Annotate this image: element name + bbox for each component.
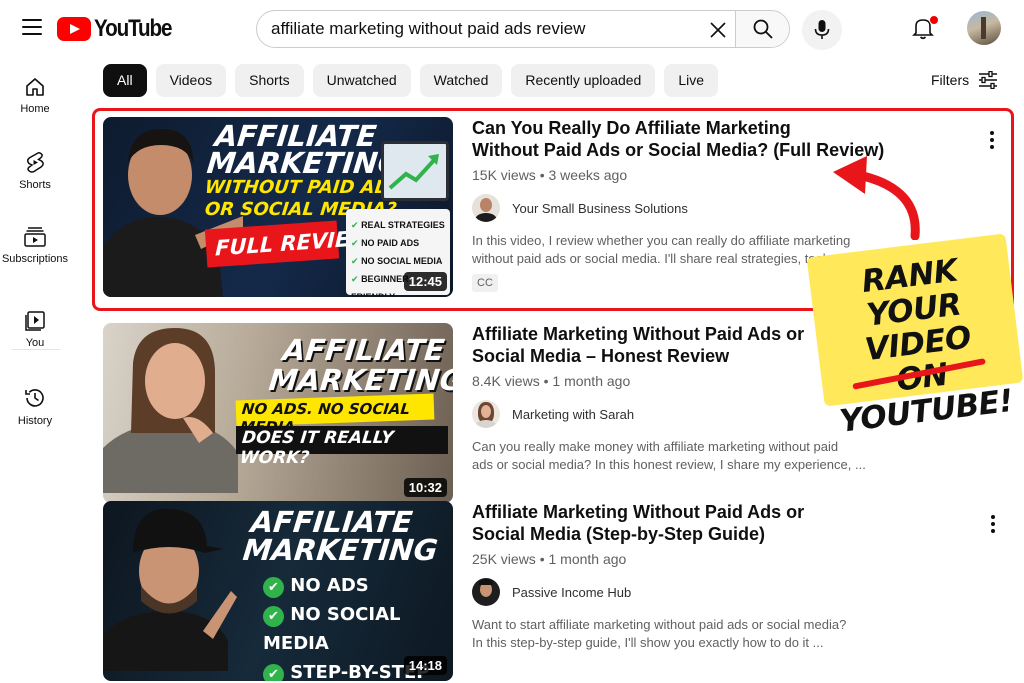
video-duration: 14:18 bbox=[403, 656, 447, 675]
view-count: 8.4K views bbox=[472, 373, 540, 389]
youtube-play-icon bbox=[57, 17, 91, 41]
shorts-icon bbox=[26, 152, 44, 173]
video-result[interactable]: AFFILIATE MARKETING ✔ NO ADS ✔ NO SOCIAL… bbox=[103, 501, 1003, 681]
search-bar bbox=[256, 10, 790, 48]
chip-recently-uploaded[interactable]: Recently uploaded bbox=[511, 64, 656, 97]
sidebar-item-history[interactable]: History bbox=[0, 386, 70, 427]
youtube-logo[interactable]: YouTube bbox=[57, 15, 184, 43]
voice-search-button[interactable] bbox=[802, 10, 842, 50]
upload-age: 1 month ago bbox=[548, 551, 627, 567]
logo-text: YouTube bbox=[94, 15, 173, 42]
promo-text: RANK YOUR VIDEO ON YOUTUBE! bbox=[808, 247, 1024, 440]
chip-shorts[interactable]: Shorts bbox=[235, 64, 304, 97]
description-line: In this step-by-step guide, I'll show yo… bbox=[472, 635, 824, 650]
check-item: NO ADS bbox=[290, 575, 369, 596]
top-bar: YouTube bbox=[0, 0, 1024, 58]
video-thumbnail[interactable]: AFFILIATE MARKETING NO ADS. NO SOCIAL ME… bbox=[103, 323, 453, 503]
chip-live[interactable]: Live bbox=[664, 64, 719, 97]
video-title[interactable]: Affiliate Marketing Without Paid Ads or … bbox=[472, 501, 932, 545]
presenter-illustration bbox=[103, 508, 237, 671]
filters-button[interactable]: Filters bbox=[931, 71, 998, 89]
filter-chips: All Videos Shorts Unwatched Watched Rece… bbox=[103, 64, 727, 97]
search-input[interactable] bbox=[271, 11, 701, 47]
check-circle-icon: ✔ bbox=[263, 664, 284, 681]
thumb-line2: MARKETING bbox=[267, 363, 453, 397]
chip-all[interactable]: All bbox=[103, 64, 147, 97]
home-icon bbox=[26, 78, 44, 96]
video-info: Affiliate Marketing Without Paid Ads or … bbox=[472, 501, 932, 652]
red-arrow-icon bbox=[833, 156, 920, 240]
notification-dot bbox=[929, 15, 939, 25]
channel-avatar[interactable] bbox=[472, 400, 500, 428]
presenter-illustration bbox=[103, 328, 238, 493]
thumb-line1: AFFILIATE bbox=[281, 333, 447, 367]
menu-icon[interactable] bbox=[22, 19, 42, 35]
check-circle-icon: ✔ bbox=[263, 577, 284, 598]
channel-avatar[interactable] bbox=[472, 578, 500, 606]
description-line: Want to start affiliate marketing withou… bbox=[472, 617, 847, 632]
account-avatar[interactable] bbox=[967, 11, 1001, 45]
video-thumbnail[interactable]: AFFILIATE MARKETING ✔ NO ADS ✔ NO SOCIAL… bbox=[103, 501, 453, 681]
channel-name[interactable]: Marketing with Sarah bbox=[512, 407, 634, 422]
description-line: Can you really make money with affiliate… bbox=[472, 439, 839, 454]
search-button[interactable] bbox=[735, 11, 789, 47]
subscriptions-icon bbox=[24, 227, 46, 247]
search-icon bbox=[753, 19, 773, 39]
sidebar-item-label: You bbox=[25, 337, 45, 349]
clear-search-icon[interactable] bbox=[707, 19, 729, 41]
you-icon bbox=[25, 311, 45, 331]
upload-age: 1 month ago bbox=[552, 373, 631, 389]
check-circle-icon: ✔ bbox=[263, 606, 284, 627]
video-title-line: Affiliate Marketing Without Paid Ads or bbox=[472, 502, 805, 522]
chip-videos[interactable]: Videos bbox=[155, 64, 227, 97]
description-line: ads or social media? In this honest revi… bbox=[472, 457, 866, 472]
sidebar-item-label: Subscriptions bbox=[1, 253, 69, 265]
history-icon bbox=[25, 389, 44, 407]
sidebar-item-label: Shorts bbox=[19, 179, 51, 191]
check-item: NO SOCIAL MEDIA bbox=[263, 604, 401, 654]
channel-row[interactable]: Passive Income Hub bbox=[472, 578, 932, 606]
thumb-line2: MARKETING bbox=[241, 533, 440, 567]
chip-unwatched[interactable]: Unwatched bbox=[312, 64, 411, 97]
video-description: Want to start affiliate marketing withou… bbox=[472, 616, 932, 652]
view-count: 25K views bbox=[472, 551, 536, 567]
channel-name[interactable]: Passive Income Hub bbox=[512, 585, 631, 600]
more-options-icon[interactable] bbox=[990, 515, 996, 535]
sidebar-item-home[interactable]: Home bbox=[0, 76, 70, 115]
sidebar-item-label: History bbox=[17, 415, 53, 427]
chip-watched[interactable]: Watched bbox=[419, 64, 503, 97]
video-duration: 10:32 bbox=[403, 478, 447, 497]
video-title-line: Social Media (Step-by-Step Guide) bbox=[472, 524, 766, 544]
microphone-icon bbox=[814, 20, 830, 39]
filters-sliders-icon bbox=[979, 71, 998, 89]
thumb-line4: DOES IT REALLY WORK? bbox=[238, 428, 395, 468]
video-meta: 25K views • 1 month ago bbox=[472, 551, 627, 567]
promo-sticker: RANK YOUR VIDEO ON YOUTUBE! bbox=[806, 233, 1024, 440]
filters-label: Filters bbox=[931, 72, 970, 88]
sidebar-divider bbox=[12, 349, 60, 350]
sidebar-item-subscriptions[interactable]: Subscriptions bbox=[0, 226, 70, 265]
sidebar-item-you[interactable]: You bbox=[0, 310, 70, 349]
sidebar-item-shorts[interactable]: Shorts bbox=[0, 150, 70, 191]
sidebar-item-label: Home bbox=[20, 103, 50, 115]
video-description: Can you really make money with affiliate… bbox=[472, 438, 932, 474]
